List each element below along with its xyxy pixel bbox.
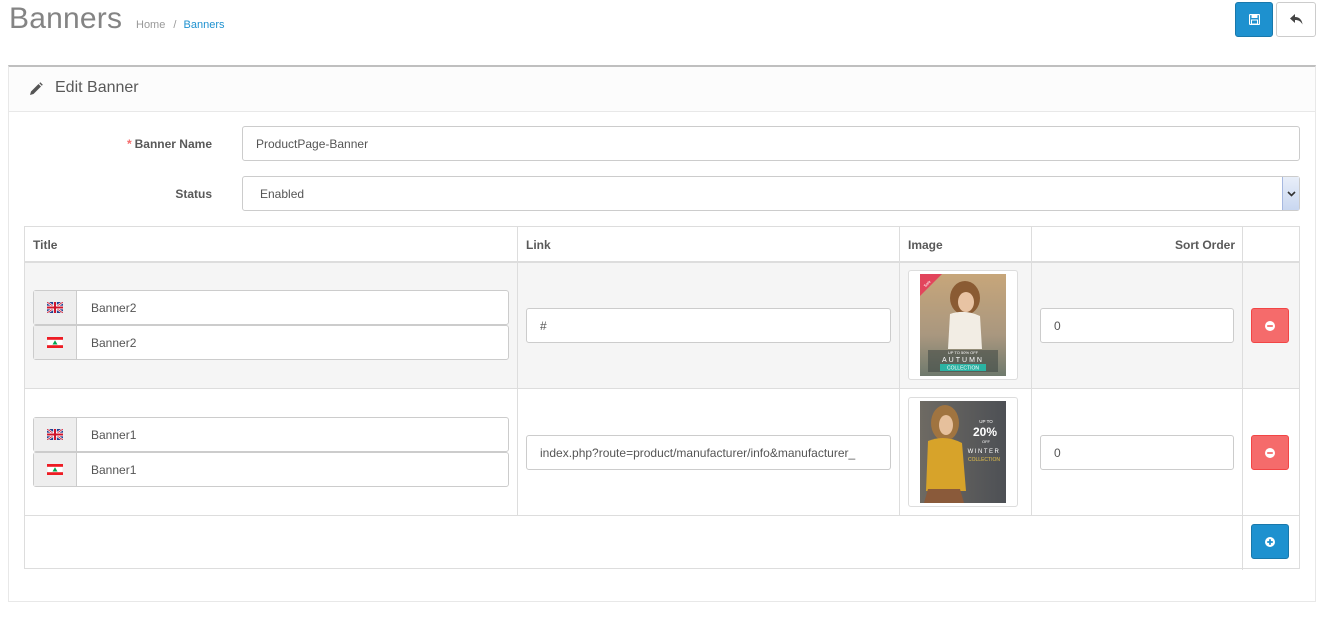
banner-name-input[interactable]: ProductPage-Banner [242, 126, 1300, 161]
lebanon-flag-icon [47, 337, 63, 348]
column-divider [1031, 227, 1032, 516]
language-addon [34, 453, 77, 486]
uk-flag-icon [47, 302, 63, 313]
image-text-line2: 20% [973, 425, 997, 439]
minus-circle-icon [1265, 447, 1275, 458]
select-arrow[interactable] [1282, 177, 1299, 210]
status-select-value: Enabled [260, 186, 305, 201]
title-value: Banner1 [91, 462, 137, 477]
image-text-line3: COLLECTION [947, 366, 979, 372]
image-text-line4: WINTER [968, 449, 1001, 455]
breadcrumb: Home / Banners [136, 19, 225, 31]
header-title: Title [33, 237, 58, 252]
title-value: Banner2 [91, 335, 137, 350]
breadcrumb-separator: / [173, 19, 177, 31]
title-input-english[interactable]: Banner2 [33, 290, 509, 325]
panel-heading: Edit Banner [9, 67, 1315, 112]
language-addon [34, 326, 77, 359]
sort-order-input[interactable]: 0 [1040, 308, 1234, 343]
language-addon [34, 418, 77, 451]
save-icon [1248, 14, 1260, 25]
image-text-line2: AUTUMN [942, 357, 984, 364]
column-divider [517, 227, 518, 516]
title-value: Banner1 [91, 427, 137, 442]
image-text-line3: OFF [982, 439, 991, 444]
banner-image-thumbnail[interactable]: UP TO 20% OFF WINTER COLLECTION [908, 397, 1018, 507]
column-divider [899, 227, 900, 516]
language-addon [34, 291, 77, 324]
chevron-down-icon [1286, 190, 1296, 197]
banner-image-winter: UP TO 20% OFF WINTER COLLECTION [920, 401, 1006, 503]
header-divider [25, 261, 1299, 263]
page-header: Banners Home / Banners [0, 0, 1323, 60]
breadcrumb-banners-link[interactable]: Banners [184, 19, 225, 31]
pencil-icon [30, 82, 43, 95]
link-input[interactable]: index.php?route=product/manufacturer/inf… [526, 435, 891, 470]
banner-images-table: Title Link Image Sort Order [24, 226, 1300, 570]
image-text-line1: UP TO 50% OFF [948, 350, 979, 355]
lebanon-flag-icon [47, 464, 63, 475]
sort-order-input[interactable]: 0 [1040, 435, 1234, 470]
breadcrumb-home-link[interactable]: Home [136, 19, 165, 31]
row-divider [25, 388, 1299, 389]
uk-flag-icon [47, 429, 63, 440]
banner-name-label-text: Banner Name [134, 137, 212, 151]
column-divider [1242, 227, 1243, 570]
page-title: Banners [9, 2, 123, 35]
reply-icon [1289, 14, 1302, 25]
header-sort-order: Sort Order [1174, 237, 1235, 252]
banner-name-label: * Banner Name [12, 137, 212, 151]
banner-image-autumn: Sale UP TO 50% OFF AUTUMN COLLECTION [920, 274, 1006, 376]
title-input-arabic[interactable]: Banner1 [33, 452, 509, 487]
back-button[interactable] [1276, 2, 1316, 37]
add-banner-button[interactable] [1251, 524, 1289, 559]
row-divider [25, 515, 1299, 516]
header-link: Link [526, 237, 551, 252]
remove-banner-button[interactable] [1251, 308, 1289, 343]
plus-circle-icon [1265, 536, 1275, 547]
image-text-line1: UP TO [979, 419, 993, 424]
header-image: Image [908, 237, 943, 252]
remove-banner-button[interactable] [1251, 435, 1289, 470]
title-input-arabic[interactable]: Banner2 [33, 325, 509, 360]
status-select[interactable]: Enabled [242, 176, 1300, 211]
status-label: Status [175, 187, 212, 201]
required-mark: * [126, 137, 132, 151]
banner-image-thumbnail[interactable]: Sale UP TO 50% OFF AUTUMN COLLECTION [908, 270, 1018, 380]
title-input-english[interactable]: Banner1 [33, 417, 509, 452]
link-input[interactable]: # [526, 308, 891, 343]
panel-title: Edit Banner [55, 79, 139, 96]
title-value: Banner2 [91, 300, 137, 315]
image-text-line5: COLLECTION [968, 457, 1000, 463]
save-button[interactable] [1235, 2, 1273, 37]
minus-circle-icon [1265, 320, 1275, 331]
